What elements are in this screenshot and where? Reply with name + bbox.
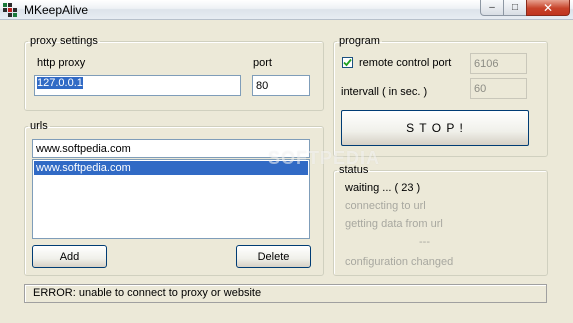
urls-legend: urls (30, 120, 48, 132)
add-button[interactable]: Add (32, 245, 107, 268)
app-grid-icon (3, 3, 17, 17)
port-label: port (253, 57, 272, 69)
remote-port-input[interactable] (470, 53, 527, 74)
remote-control-label: remote control port (359, 57, 452, 69)
http-proxy-input[interactable]: 127.0.0.1 (34, 75, 241, 96)
checkmark-icon (343, 58, 352, 67)
title-bar[interactable]: MKeepAlive – □ ✕ (0, 0, 573, 20)
maximize-button[interactable]: □ (503, 0, 527, 16)
status-waiting: waiting ... ( 23 ) (345, 182, 421, 194)
watermark: SOFTPEDIA (268, 148, 381, 168)
proxy-settings-legend: proxy settings (30, 35, 98, 47)
stop-button[interactable]: S T O P ! (341, 110, 529, 146)
port-input[interactable] (252, 75, 310, 96)
status-connecting: connecting to url (345, 200, 426, 212)
window-title: MKeepAlive (24, 3, 89, 17)
close-icon: ✕ (542, 0, 554, 15)
url-list[interactable]: www.softpedia.com (32, 159, 310, 239)
status-bar: ERROR: unable to connect to proxy or web… (24, 284, 547, 303)
proxy-settings-group: proxy settings (24, 35, 324, 111)
status-separator: --- (419, 236, 430, 248)
remote-control-checkbox[interactable] (342, 57, 353, 68)
http-proxy-value: 127.0.0.1 (37, 77, 83, 89)
delete-button[interactable]: Delete (236, 245, 311, 268)
status-config-changed: configuration changed (345, 256, 454, 268)
interval-input[interactable] (470, 78, 527, 99)
status-bar-message: ERROR: unable to connect to proxy or web… (33, 287, 262, 299)
status-getting-data: getting data from url (345, 218, 443, 230)
interval-label: intervall ( in sec. ) (341, 86, 428, 98)
list-item[interactable]: www.softpedia.com (34, 161, 308, 175)
close-button[interactable]: ✕ (526, 0, 570, 16)
minimize-icon: – (489, 2, 495, 13)
http-proxy-label: http proxy (37, 57, 86, 69)
minimize-button[interactable]: – (480, 0, 504, 16)
maximize-icon: □ (511, 2, 519, 13)
program-legend: program (339, 35, 380, 47)
